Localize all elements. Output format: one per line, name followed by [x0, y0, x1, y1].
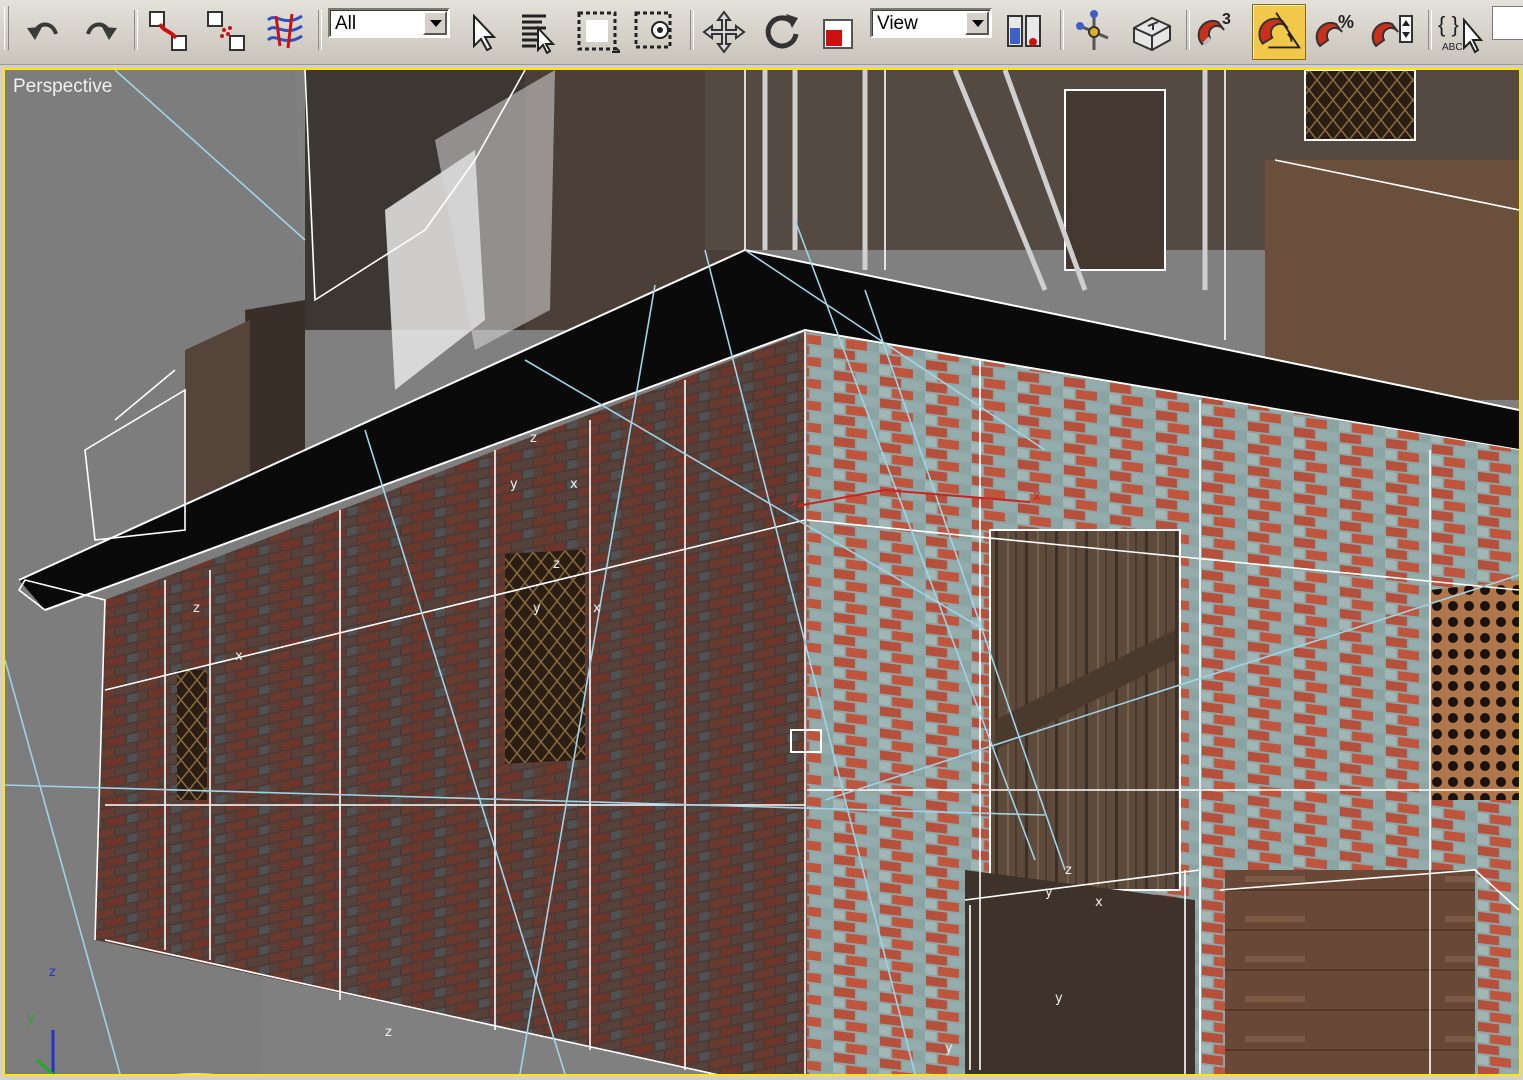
pivot-z-label: z: [1065, 863, 1072, 878]
pivot-z-label: z: [193, 601, 200, 616]
chevron-down-icon[interactable]: [423, 11, 447, 35]
pivot-z-label: z: [553, 557, 560, 572]
undo-icon: [27, 22, 58, 40]
keyboard-shortcut-icon: [1133, 16, 1171, 52]
cursor-arrow-icon: [473, 13, 497, 52]
selection-filter-value: All: [335, 13, 357, 34]
toolbar-grip[interactable]: [4, 6, 9, 50]
pivot-y-label: y: [1045, 885, 1053, 900]
select-object-button[interactable]: [462, 10, 502, 54]
unlink-selection-button[interactable]: [204, 8, 250, 54]
percent-snap-toggle-button[interactable]: %: [1312, 8, 1362, 56]
toolbar-separator: [1428, 10, 1432, 50]
pivot-y-label: y: [533, 601, 541, 616]
scale-icon: [823, 19, 853, 49]
redo-button[interactable]: [78, 8, 122, 52]
pivot-y-label: y: [510, 477, 518, 492]
viewport-label[interactable]: Perspective: [13, 76, 112, 98]
angle-snap-toggle-button[interactable]: [1252, 4, 1306, 60]
reference-coordinate-system-value: View: [877, 13, 918, 34]
percent-snap-icon: %: [1315, 12, 1354, 48]
named-selection-sub: ABC: [1442, 42, 1463, 53]
select-and-rotate-button[interactable]: [758, 8, 806, 56]
pivot-z-label: z: [530, 431, 537, 446]
pivot-x-label: x: [570, 477, 578, 492]
main-toolbar: All View 3 % {} ABC: [0, 0, 1523, 65]
space-warp-icon: [266, 13, 303, 49]
select-and-scale-button[interactable]: [816, 8, 862, 56]
pivot-x-label: x: [593, 601, 601, 616]
edit-named-selection-sets-button[interactable]: { } ABC: [1436, 8, 1486, 56]
chevron-down-icon[interactable]: [965, 11, 989, 35]
select-by-name-icon: [522, 14, 556, 54]
snaps-toggle-button[interactable]: 3: [1194, 8, 1242, 56]
spinner-snap-icon: [1371, 15, 1413, 48]
spinner-snap-toggle-button[interactable]: [1370, 8, 1420, 56]
pivot-x-label: x: [1095, 895, 1103, 910]
snap-mode-badge: 3: [1222, 11, 1231, 28]
gizmo-y-label: y: [791, 491, 799, 506]
select-and-move-button[interactable]: [700, 8, 748, 56]
pivot-z-label: z: [385, 1025, 392, 1040]
use-pivot-point-center-button[interactable]: [1002, 8, 1050, 56]
gizmo-x-label: x: [1033, 489, 1041, 504]
named-selection-icon: { } ABC: [1438, 12, 1484, 54]
pivot-y-label: y: [1055, 991, 1063, 1006]
select-and-link-button[interactable]: [146, 8, 192, 54]
select-by-name-button[interactable]: [516, 10, 560, 54]
manipulate-icon: [1076, 10, 1109, 50]
pivot-center-icon: [1007, 15, 1041, 47]
percent-badge: %: [1338, 12, 1354, 32]
toolbar-separator: [690, 10, 694, 50]
selection-filter-dropdown[interactable]: All: [328, 8, 450, 38]
perspective-viewport[interactable]: y x z y x z y x z x y z x y z y z y Pers…: [3, 68, 1521, 1076]
angle-snap-icon: [1258, 12, 1302, 49]
reference-coordinate-system-dropdown[interactable]: View: [870, 8, 992, 38]
bind-to-space-warp-button[interactable]: [262, 8, 308, 54]
toolbar-separator: [318, 10, 322, 50]
select-and-manipulate-button[interactable]: [1070, 8, 1118, 56]
move-icon: [702, 10, 746, 54]
magnet-icon: 3: [1197, 11, 1231, 46]
undo-button[interactable]: [22, 8, 66, 52]
keyboard-shortcut-override-button[interactable]: [1128, 8, 1176, 56]
toolbar-separator: [1060, 10, 1064, 50]
world-z-label: z: [49, 965, 56, 980]
window-crossing-icon: [634, 11, 672, 49]
rectangular-selection-region-button[interactable]: [574, 8, 620, 54]
window-crossing-button[interactable]: [632, 8, 680, 54]
viewport-scene[interactable]: y x z y x z y x z x y z x y z y z y: [5, 70, 1519, 1074]
pivot-x-label: x: [235, 649, 243, 664]
world-y-label: y: [27, 1011, 35, 1026]
link-icon: [149, 11, 187, 51]
named-selection-field[interactable]: [1492, 6, 1523, 40]
named-selection-braces: { }: [1438, 12, 1459, 37]
pivot-y-label: y: [945, 1041, 953, 1056]
rectangle-selection-icon: [577, 11, 620, 53]
rotate-icon: [765, 14, 799, 49]
redo-icon: [86, 22, 117, 40]
unlink-icon: [207, 11, 245, 51]
toolbar-separator: [134, 10, 138, 50]
toolbar-separator: [1186, 10, 1190, 50]
